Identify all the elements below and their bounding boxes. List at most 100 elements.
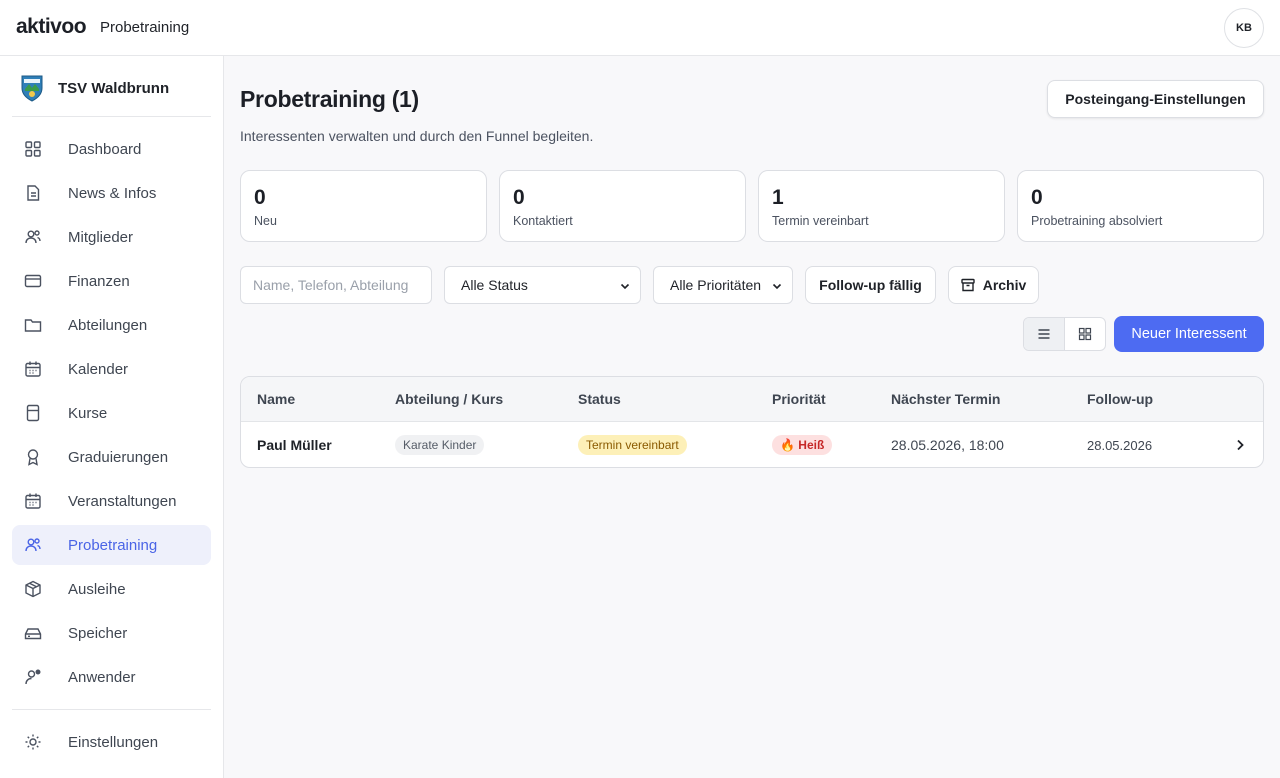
sidebar-item-speicher[interactable]: Speicher: [12, 613, 211, 653]
sidebar-item-label: Ausleihe: [68, 580, 126, 598]
sidebar-item-abteilungen[interactable]: Abteilungen: [12, 305, 211, 345]
award-icon: [27, 449, 39, 466]
sidebar-item-ausleihe[interactable]: Ausleihe: [12, 569, 211, 609]
sidebar-item-label: Abteilungen: [68, 316, 148, 334]
sidebar-item-kalender[interactable]: Kalender: [12, 349, 211, 389]
sidebar-item-label: Probetraining: [68, 536, 158, 554]
sidebar-item-label: Anwender: [68, 668, 136, 686]
sidebar-item-label: Kalender: [68, 360, 129, 378]
sidebar-item-label: Finanzen: [68, 272, 130, 290]
sidebar-item-dashboard[interactable]: Dashboard: [12, 129, 211, 169]
sidebar-item-probetraining[interactable]: Probetraining: [12, 525, 211, 565]
prospects-table: Name Abteilung / Kurs Status Priorität N…: [240, 376, 1264, 468]
column-header-priority[interactable]: Priorität: [772, 391, 826, 407]
sidebar-item-label: Mitglieder: [68, 228, 134, 246]
archive-icon: [961, 278, 975, 292]
stat-value: 0: [1031, 186, 1043, 209]
search-input[interactable]: [253, 277, 431, 293]
sidebar-item-finanzen[interactable]: Finanzen: [12, 261, 211, 301]
page-title: Probetraining (1): [240, 86, 419, 112]
stat-label: Neu: [254, 214, 277, 228]
chevron-right-icon[interactable]: [1233, 438, 1247, 452]
column-header-course[interactable]: Abteilung / Kurs: [395, 391, 503, 407]
sidebar-item-label: Dashboard: [68, 140, 142, 158]
app-logo[interactable]: aktivoo: [16, 15, 87, 39]
sun-gear-icon: [25, 734, 41, 750]
stat-card-absolviert[interactable]: 0 Probetraining absolviert: [1017, 170, 1264, 242]
package-icon: [25, 580, 41, 598]
sidebar-item-label: Speicher: [68, 624, 128, 642]
sidebar-item-label: Einstellungen: [68, 733, 159, 751]
stat-label: Probetraining absolviert: [1031, 214, 1163, 228]
document-icon: [27, 185, 40, 201]
sidebar-divider: [12, 709, 211, 710]
prospect-name: Paul Müller: [257, 437, 332, 453]
status-select[interactable]: Alle Status: [444, 266, 641, 304]
wallet-icon: [24, 274, 42, 288]
book-icon: [26, 404, 40, 422]
chevron-down-icon: [620, 283, 630, 290]
inbox-settings-button[interactable]: Posteingang-Einstellungen: [1047, 80, 1264, 118]
users-icon: [25, 538, 41, 552]
list-icon: [1038, 329, 1050, 339]
followup-due-button[interactable]: Follow-up fällig: [805, 266, 936, 304]
sidebar-item-einstellungen[interactable]: Einstellungen: [12, 722, 211, 762]
sidebar-item-anwender[interactable]: Anwender: [12, 657, 211, 697]
search-field[interactable]: [240, 266, 432, 304]
club-crest-icon: [21, 75, 43, 102]
sidebar-item-label: News & Infos: [68, 184, 157, 202]
archive-button[interactable]: Archiv: [948, 266, 1039, 304]
grid-icon: [1078, 327, 1091, 341]
stat-value: 1: [772, 186, 784, 209]
users-icon: [25, 230, 41, 244]
priority-badge: 🔥 Heiß: [772, 435, 833, 455]
user-avatar[interactable]: KB: [1224, 8, 1264, 48]
page-subtitle: Interessenten verwalten und durch den Fu…: [240, 128, 594, 144]
sidebar-item-kurse[interactable]: Kurse: [12, 393, 211, 433]
sidebar-item-label: Kurse: [68, 404, 108, 422]
view-toggle: [1023, 317, 1106, 351]
priority-select[interactable]: Alle Prioritäten: [653, 266, 793, 304]
folder-icon: [24, 319, 42, 332]
storage-icon: [24, 628, 42, 640]
stat-value: 0: [254, 186, 266, 209]
status-select-value: Alle Status: [461, 277, 528, 293]
stat-label: Termin vereinbart: [772, 214, 869, 228]
priority-select-value: Alle Prioritäten: [670, 277, 762, 293]
sidebar-divider: [12, 116, 211, 117]
top-bar: aktivoo Probetraining KB: [0, 0, 1280, 56]
app-title: Probetraining: [100, 19, 190, 36]
list-view-button[interactable]: [1024, 318, 1065, 350]
sidebar: TSV Waldbrunn Dashboard News & Infos Mit…: [0, 56, 224, 778]
course-badge: Karate Kinder: [395, 435, 485, 455]
followup-date: 28.05.2026: [1087, 438, 1153, 453]
sidebar-item-graduierungen[interactable]: Graduierungen: [12, 437, 211, 477]
sidebar-item-label: Veranstaltungen: [68, 492, 177, 510]
sidebar-item-news[interactable]: News & Infos: [12, 173, 211, 213]
archive-button-label: Archiv: [982, 277, 1027, 293]
stat-label: Kontaktiert: [513, 214, 573, 228]
column-header-status[interactable]: Status: [578, 391, 621, 407]
new-prospect-button[interactable]: Neuer Interessent: [1114, 316, 1264, 352]
table-row[interactable]: Paul Müller Karate Kinder Termin vereinb…: [241, 422, 1263, 467]
status-badge: Termin vereinbart: [578, 435, 687, 455]
sidebar-item-veranstaltungen[interactable]: Veranstaltungen: [12, 481, 211, 521]
grid-icon: [25, 141, 41, 157]
sidebar-item-label: Graduierungen: [68, 448, 169, 466]
club-header[interactable]: TSV Waldbrunn: [20, 74, 169, 102]
calendar-icon: [25, 361, 41, 377]
stat-card-neu[interactable]: 0 Neu: [240, 170, 487, 242]
club-name: TSV Waldbrunn: [58, 79, 170, 97]
next-appointment: 28.05.2026, 18:00: [891, 437, 1004, 453]
calendar-icon: [25, 493, 41, 509]
sidebar-item-mitglieder[interactable]: Mitglieder: [12, 217, 211, 257]
column-header-next-appointment[interactable]: Nächster Termin: [891, 391, 1000, 407]
grid-view-button[interactable]: [1065, 318, 1106, 350]
stat-card-kontaktiert[interactable]: 0 Kontaktiert: [499, 170, 746, 242]
column-header-name[interactable]: Name: [257, 391, 295, 407]
stat-card-termin[interactable]: 1 Termin vereinbart: [758, 170, 1005, 242]
user-cog-icon: [25, 669, 41, 685]
column-header-followup[interactable]: Follow-up: [1087, 391, 1153, 407]
table-header: Name Abteilung / Kurs Status Priorität N…: [241, 377, 1263, 422]
chevron-down-icon: [772, 283, 782, 290]
